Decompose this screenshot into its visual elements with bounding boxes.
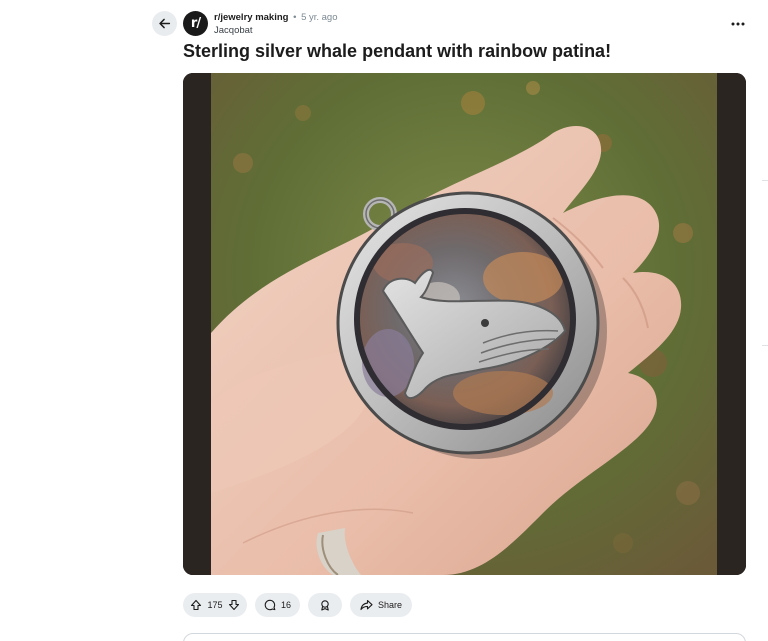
meta-separator: •	[293, 12, 297, 23]
scroll-rail-mark	[762, 180, 768, 181]
post-author[interactable]: Jacqobat	[214, 25, 253, 37]
share-arrow-icon	[360, 599, 373, 611]
vote-control: 175	[183, 593, 247, 617]
downvote-button[interactable]	[227, 598, 241, 612]
upvote-button[interactable]	[189, 598, 203, 612]
arrow-left-icon	[159, 18, 171, 29]
comment-input[interactable]	[183, 633, 746, 641]
share-button[interactable]: Share	[350, 593, 413, 617]
post-page: r/ r/jewelry making • 5 yr. ago Jacqobat…	[0, 0, 768, 641]
pendant-photo	[183, 73, 746, 575]
more-options-button[interactable]	[728, 14, 748, 34]
post-age: 5 yr. ago	[301, 12, 338, 23]
more-horizontal-icon	[731, 22, 745, 26]
speech-bubble-icon	[264, 599, 276, 611]
subreddit-avatar-glyph: r/	[190, 16, 201, 31]
arrow-down-icon	[228, 599, 240, 611]
award-icon	[321, 600, 329, 611]
share-label: Share	[378, 600, 403, 610]
post-meta: r/jewelry making • 5 yr. ago	[214, 12, 338, 24]
subreddit-name[interactable]: r/jewelry making	[214, 12, 288, 23]
post-action-bar: 175 16 Share	[183, 593, 413, 617]
comments-button[interactable]: 16	[255, 593, 301, 617]
back-button[interactable]	[152, 11, 177, 36]
post-title: Sterling silver whale pendant with rainb…	[183, 41, 612, 61]
arrow-up-icon	[190, 599, 202, 611]
comment-count: 16	[281, 600, 292, 610]
post-image[interactable]	[183, 73, 746, 575]
subreddit-avatar[interactable]: r/	[183, 11, 208, 36]
vote-count: 175	[207, 600, 223, 610]
scroll-rail-mark	[762, 345, 768, 346]
award-button[interactable]	[308, 593, 343, 617]
